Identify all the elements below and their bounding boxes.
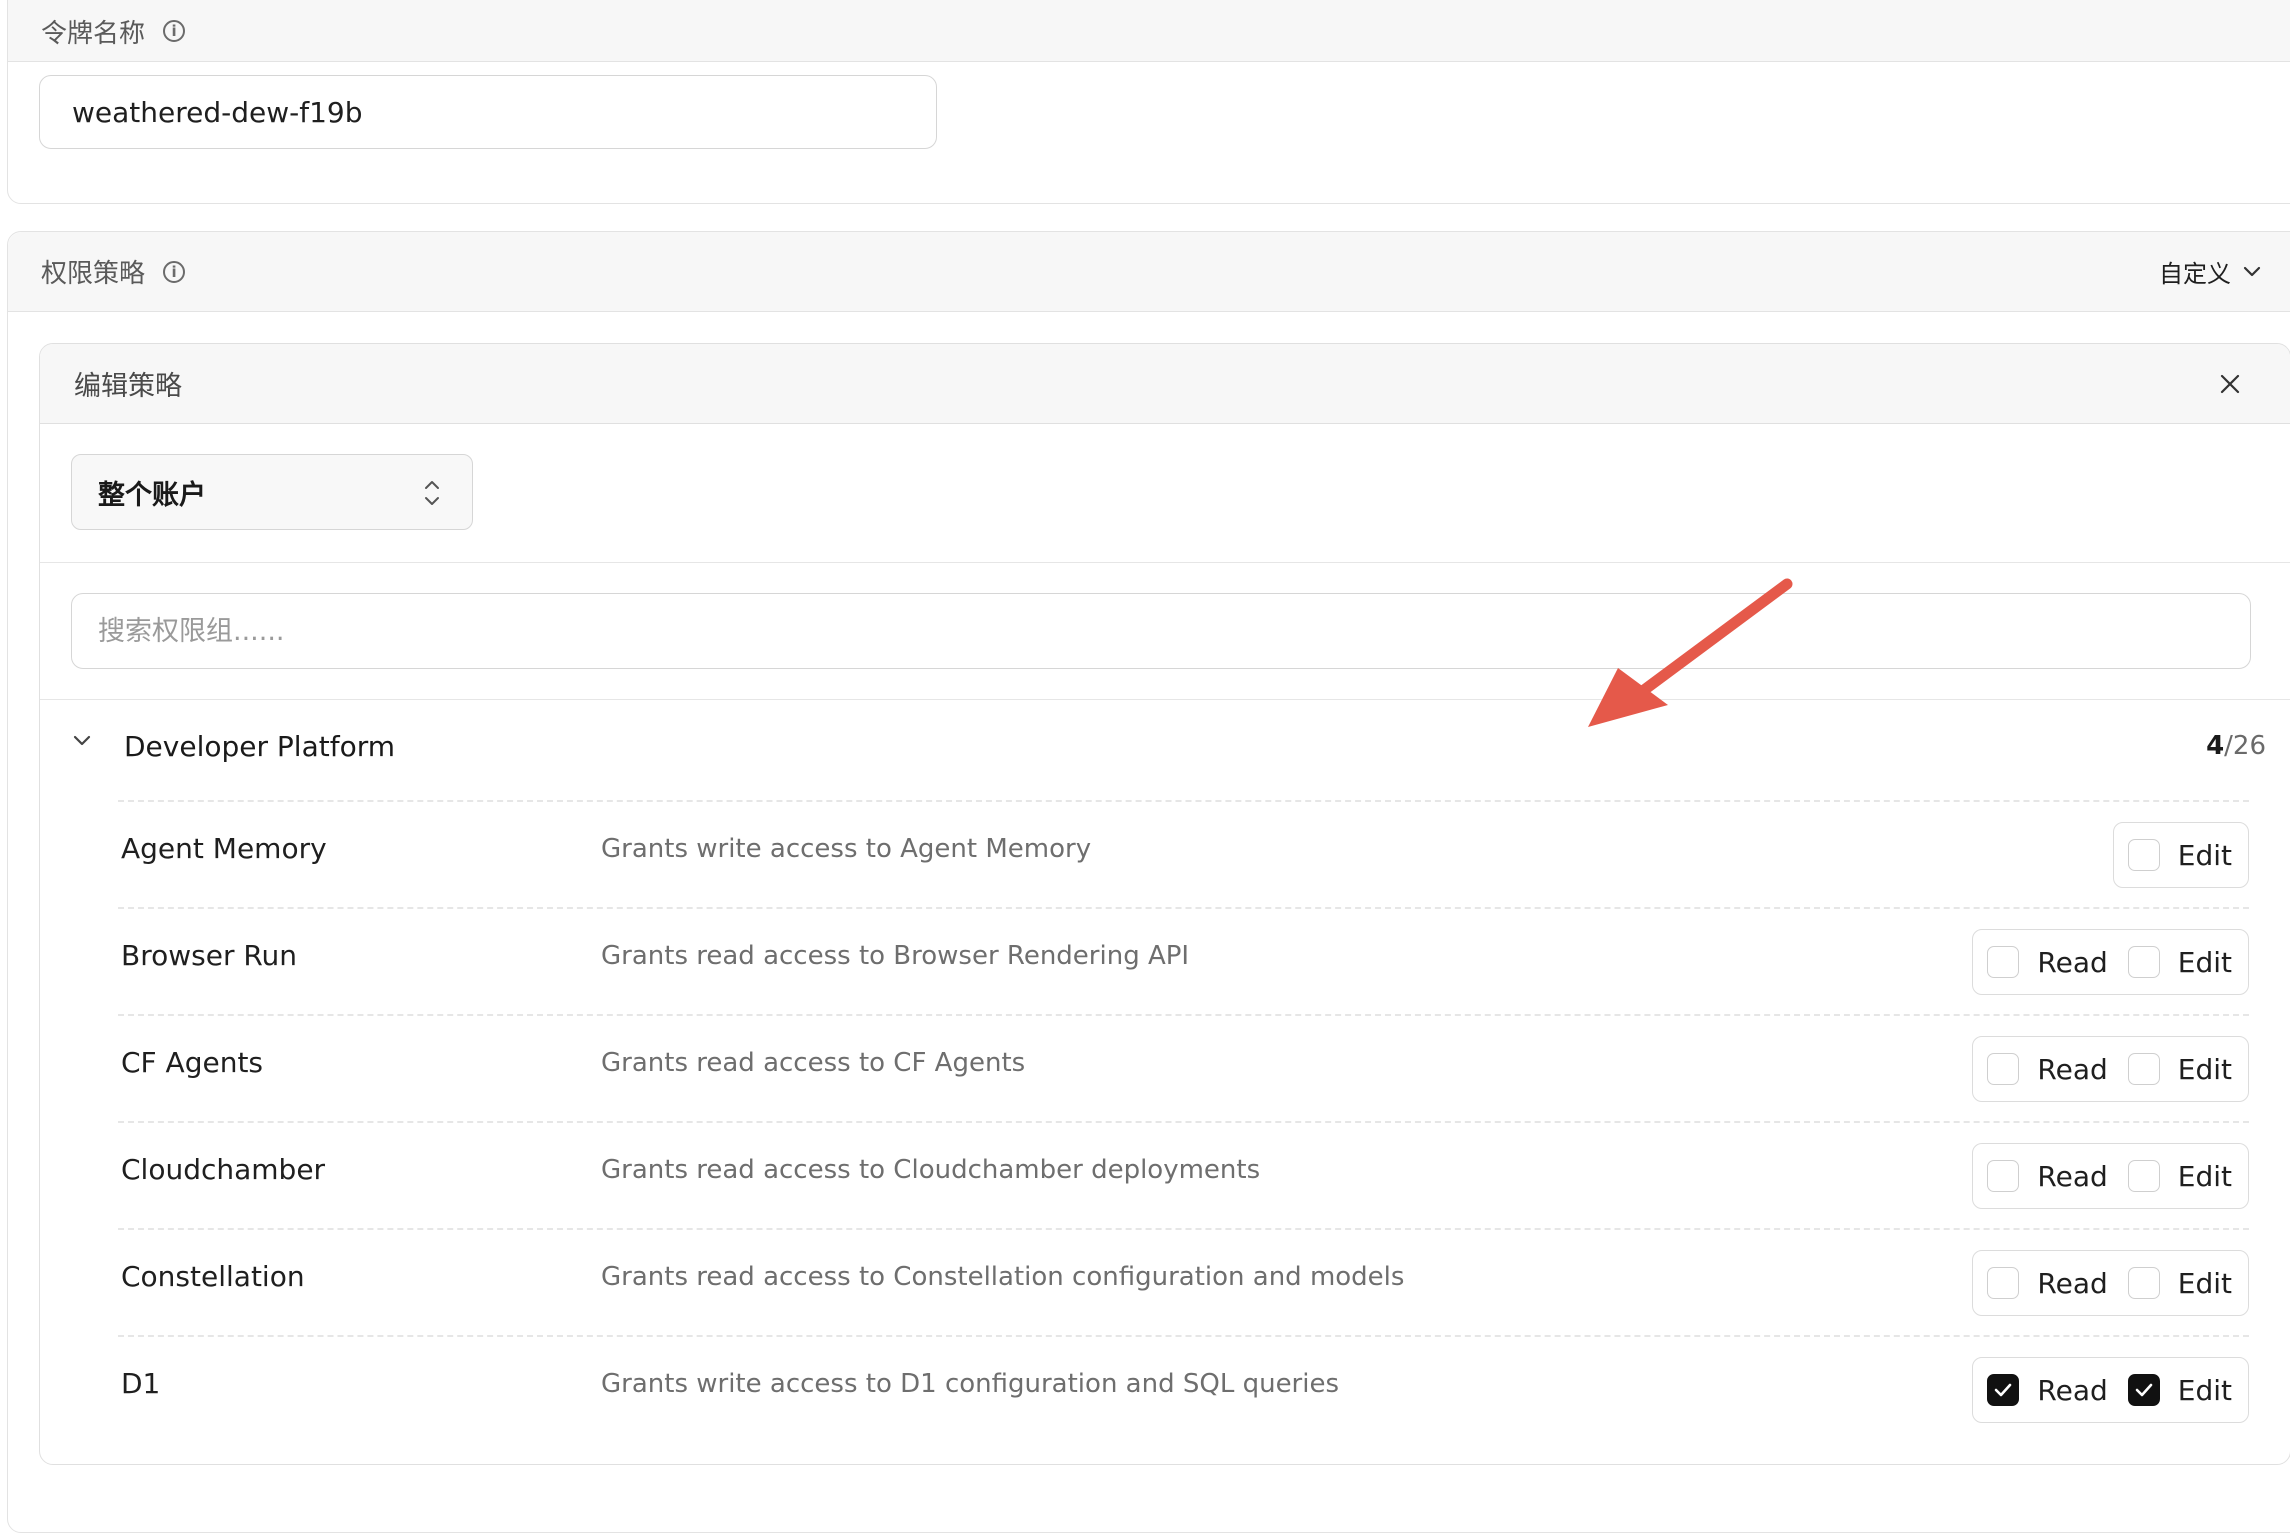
read-checkbox[interactable] <box>1987 1160 2020 1192</box>
read-label: Read <box>2037 1052 2108 1086</box>
count-selected: 4 <box>2206 731 2225 761</box>
token-name-input[interactable]: weathered-dew-f19b <box>39 75 937 149</box>
permission-name: Agent Memory <box>121 832 327 865</box>
permission-row: Agent Memory Grants write access to Agen… <box>118 800 2249 907</box>
permission-name: Cloudchamber <box>121 1153 326 1186</box>
permission-row: Constellation Grants read access to Cons… <box>118 1228 2249 1335</box>
token-name-card: 令牌名称 i weathered-dew-f19b <box>7 0 2290 204</box>
permission-row: Browser Run Grants read access to Browse… <box>118 907 2249 1014</box>
permission-row: CF Agents Grants read access to CF Agent… <box>118 1014 2249 1121</box>
read-checkbox[interactable] <box>1987 1374 2020 1406</box>
read-option[interactable]: Read <box>1987 1052 2108 1086</box>
edit-option[interactable]: Edit <box>2127 1266 2232 1300</box>
scope-row: 整个账户 <box>40 424 2290 563</box>
read-checkbox[interactable] <box>1987 1053 2020 1085</box>
group-title: Developer Platform <box>124 729 395 763</box>
permission-options: Read Edit <box>1972 1250 2249 1316</box>
edit-option[interactable]: Edit <box>2127 1373 2232 1407</box>
permission-name: CF Agents <box>121 1046 264 1079</box>
permission-description: Grants read access to Browser Rendering … <box>601 941 1190 971</box>
group-header-developer-platform[interactable]: Developer Platform 4/26 <box>40 700 2290 792</box>
read-checkbox[interactable] <box>1987 946 2020 978</box>
permission-options: Read Edit <box>1972 1036 2249 1102</box>
edit-label: Edit <box>2177 1266 2232 1300</box>
chevron-up-down-icon <box>425 481 439 505</box>
read-label: Read <box>2037 1266 2108 1300</box>
group-selected-count: 4/26 <box>2206 731 2266 761</box>
permission-options: Edit <box>2112 822 2249 888</box>
permission-options: Read Edit <box>1972 929 2249 995</box>
count-total: /26 <box>2224 731 2266 761</box>
edit-policy-title: 编辑策略 <box>74 371 182 402</box>
edit-checkbox[interactable] <box>2127 1160 2160 1192</box>
edit-checkbox[interactable] <box>2127 1267 2160 1299</box>
read-option[interactable]: Read <box>1987 945 2108 979</box>
chevron-down-icon[interactable] <box>72 734 92 748</box>
edit-option[interactable]: Edit <box>2127 1159 2232 1193</box>
permission-name: Constellation <box>121 1260 305 1293</box>
permission-description: Grants write access to D1 configuration … <box>601 1369 1340 1399</box>
read-label: Read <box>2037 1159 2108 1193</box>
edit-label: Edit <box>2177 1159 2232 1193</box>
info-icon[interactable]: i <box>163 20 186 42</box>
permission-description: Grants read access to CF Agents <box>601 1048 1026 1078</box>
permission-row: D1 Grants write access to D1 configurati… <box>118 1335 2249 1442</box>
policy-mode-value: 自定义 <box>2159 260 2231 288</box>
close-icon <box>2220 374 2240 394</box>
token-name-label: 令牌名称 <box>41 18 146 49</box>
permission-description: Grants write access to Agent Memory <box>601 834 1092 864</box>
edit-option[interactable]: Edit <box>2127 945 2232 979</box>
info-icon[interactable]: i <box>163 260 186 283</box>
permission-description: Grants read access to Cloudchamber deplo… <box>601 1155 1261 1185</box>
search-permission-groups-input[interactable] <box>71 593 2251 669</box>
permission-list: Agent Memory Grants write access to Agen… <box>31 800 2281 1442</box>
permission-description: Grants read access to Constellation conf… <box>601 1262 1405 1292</box>
permission-policy-label: 权限策略 <box>41 259 146 289</box>
read-checkbox[interactable] <box>1987 1267 2020 1299</box>
checkmark-icon <box>2135 1383 2153 1397</box>
read-label: Read <box>2037 945 2108 979</box>
read-label: Read <box>2037 1373 2108 1407</box>
search-row <box>40 563 2290 700</box>
read-option[interactable]: Read <box>1987 1373 2108 1407</box>
close-button[interactable] <box>2210 364 2250 404</box>
edit-option[interactable]: Edit <box>2127 1052 2232 1086</box>
edit-label: Edit <box>2177 945 2232 979</box>
edit-label: Edit <box>2177 838 2232 872</box>
scope-select[interactable]: 整个账户 <box>71 454 473 530</box>
edit-checkbox[interactable] <box>2127 839 2160 871</box>
scope-value: 整个账户 <box>98 479 206 511</box>
edit-checkbox[interactable] <box>2127 1374 2160 1406</box>
chevron-down-icon <box>2243 266 2261 276</box>
edit-label: Edit <box>2177 1052 2232 1086</box>
policy-mode-select[interactable]: 自定义 <box>2159 232 2261 311</box>
read-option[interactable]: Read <box>1987 1159 2108 1193</box>
edit-option[interactable]: Edit <box>2127 838 2232 872</box>
permission-name: Browser Run <box>121 939 298 972</box>
edit-policy-header: 编辑策略 <box>40 344 2290 424</box>
edit-checkbox[interactable] <box>2127 1053 2160 1085</box>
read-option[interactable]: Read <box>1987 1266 2108 1300</box>
permission-row: Cloudchamber Grants read access to Cloud… <box>118 1121 2249 1228</box>
checkmark-icon <box>1995 1383 2012 1397</box>
permission-options: Read Edit <box>1972 1143 2249 1209</box>
edit-label: Edit <box>2177 1373 2232 1407</box>
permission-options: Read Edit <box>1972 1357 2249 1423</box>
permission-policy-header: 权限策略 i 自定义 <box>8 232 2290 312</box>
edit-checkbox[interactable] <box>2127 946 2160 978</box>
token-name-header: 令牌名称 i <box>8 0 2290 62</box>
permission-name: D1 <box>121 1367 161 1400</box>
